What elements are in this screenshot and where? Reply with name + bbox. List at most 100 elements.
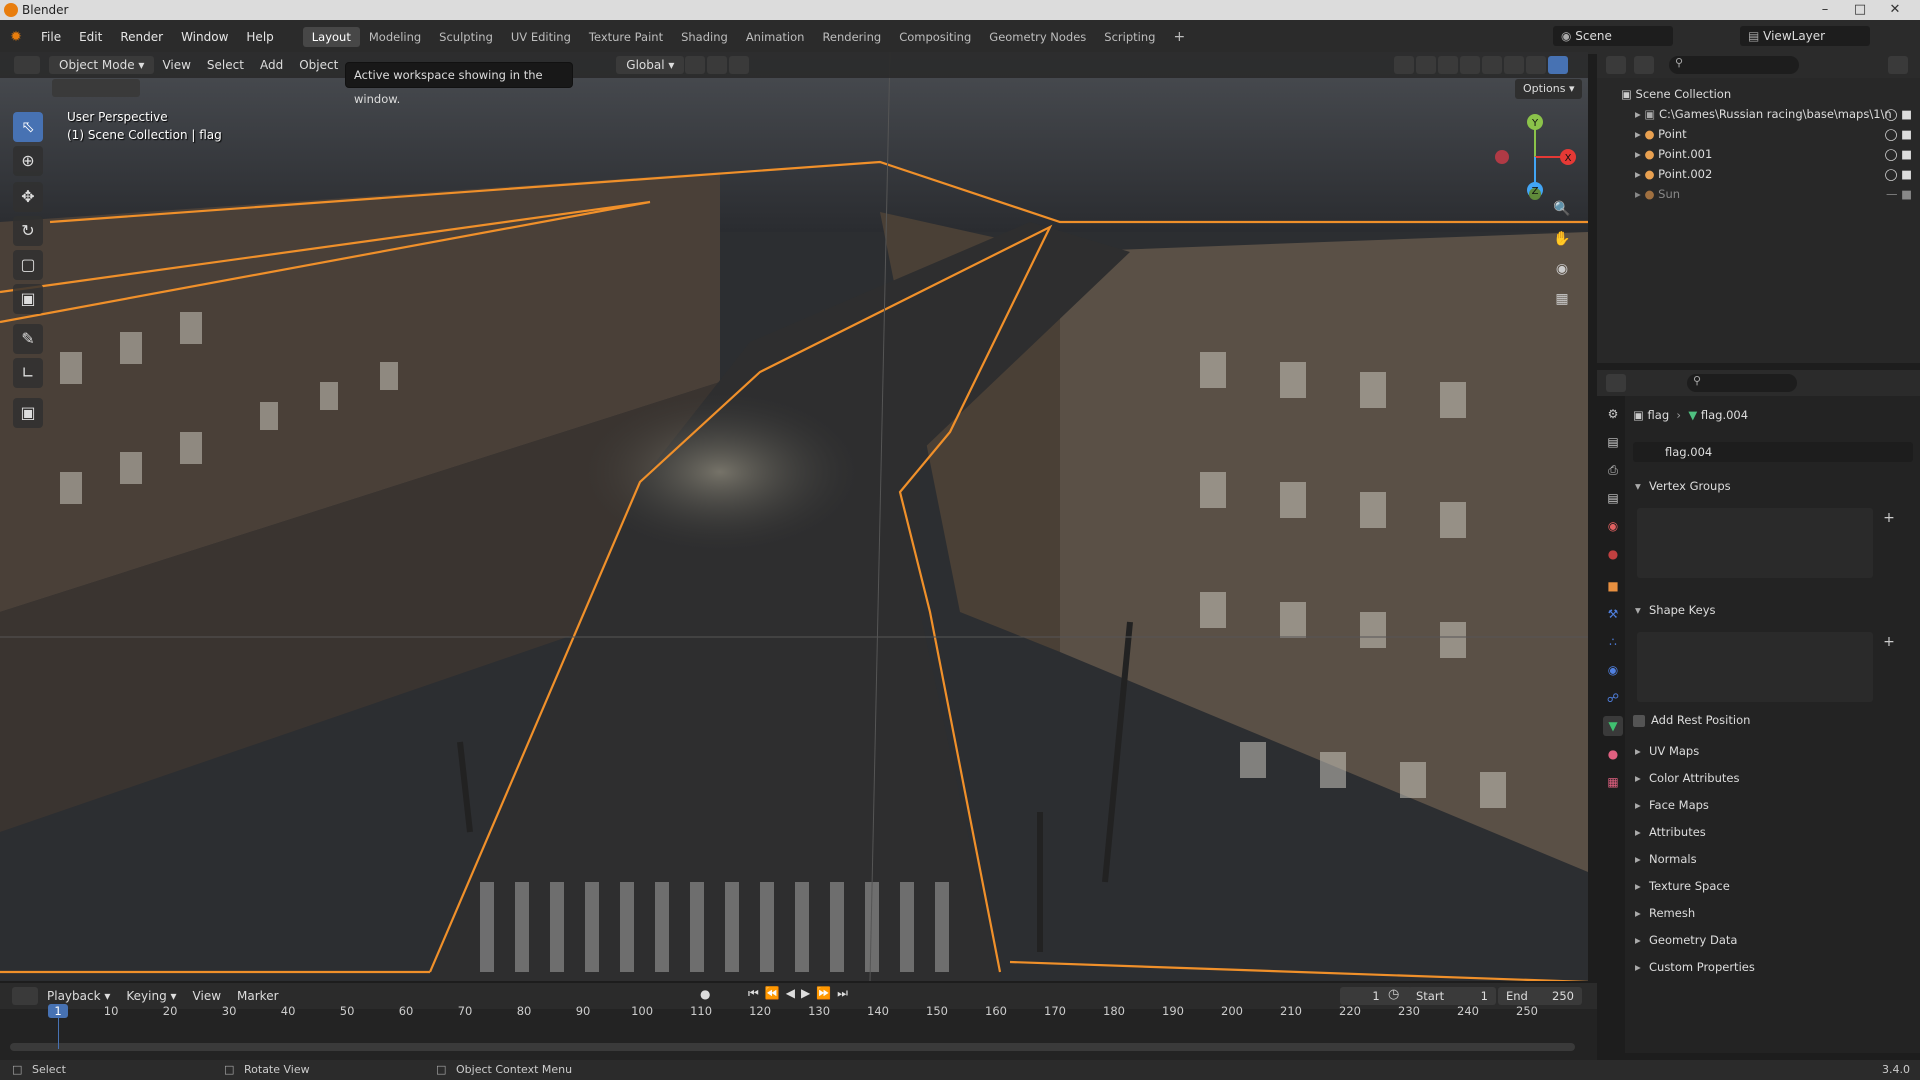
tab-scripting[interactable]: Scripting (1095, 27, 1164, 47)
tab-geometry-nodes[interactable]: Geometry Nodes (980, 27, 1095, 47)
section-normals[interactable]: ▸ Normals (1629, 847, 1917, 871)
scale-tool[interactable]: ▢ (13, 250, 43, 280)
outliner-item-point-002[interactable]: ▸ ● Point.002 ◯ ■ (1597, 164, 1920, 184)
particles-tab-icon[interactable]: ∴ (1603, 632, 1623, 652)
tab-uv-editing[interactable]: UV Editing (502, 27, 580, 47)
overlay-toggle-icon[interactable] (1438, 56, 1458, 74)
transform-orientation-dropdown[interactable]: Global ▾ (616, 56, 685, 74)
section-uv-maps[interactable]: ▸ UV Maps (1629, 739, 1917, 763)
hidden-eye-icon[interactable]: — ■ (1886, 184, 1912, 204)
editor-type-icon[interactable] (14, 56, 40, 74)
properties-search-input[interactable]: ⚲ (1687, 374, 1797, 392)
cursor-tool[interactable]: ⊕ (13, 146, 43, 176)
add-rest-position-checkbox[interactable]: Add Rest Position (1633, 712, 1750, 728)
visibility-icon[interactable] (1394, 56, 1414, 74)
section-shape-keys[interactable]: ▾ Shape Keys (1629, 598, 1917, 622)
tab-rendering[interactable]: Rendering (813, 27, 890, 47)
gizmo-toggle-icon[interactable] (1416, 56, 1436, 74)
physics-tab-icon[interactable]: ◉ (1603, 660, 1623, 680)
view-layer-tab-icon[interactable]: ▤ (1603, 488, 1623, 508)
visibility-eye-icon[interactable]: ◯ ■ (1885, 124, 1912, 144)
menu-file[interactable]: File (32, 30, 70, 44)
scene-tab-icon[interactable]: ◉ (1603, 516, 1623, 536)
auto-keying-icon[interactable]: ● (700, 987, 710, 1001)
scene-selector[interactable]: ◉ Scene (1553, 26, 1673, 46)
material-tab-icon[interactable]: ● (1603, 744, 1623, 764)
outliner-scene-collection[interactable]: ▣ Scene Collection (1597, 84, 1920, 104)
current-frame-field[interactable]: 1 (1340, 987, 1412, 1005)
select-box-tool[interactable]: ⬁ (13, 112, 43, 142)
outliner-item-point[interactable]: ▸ ● Point ◯ ■ (1597, 124, 1920, 144)
annotate-tool[interactable]: ✎ (13, 324, 43, 354)
camera-view-icon[interactable]: ◉ (1551, 258, 1573, 280)
shape-keys-list[interactable] (1637, 632, 1873, 702)
menu-render[interactable]: Render (111, 30, 172, 44)
viewport-menu-select[interactable]: Select (199, 58, 252, 72)
outliner-item-collection[interactable]: ▸ ▣ C:\Games\Russian racing\base\maps\1\… (1597, 104, 1920, 124)
tab-compositing[interactable]: Compositing (890, 27, 980, 47)
visibility-eye-icon[interactable]: ◯ ■ (1885, 144, 1912, 164)
add-workspace-icon[interactable]: + (1164, 26, 1194, 48)
add-shape-key-icon[interactable]: + (1879, 634, 1899, 654)
tab-modeling[interactable]: Modeling (360, 27, 430, 47)
menu-window[interactable]: Window (172, 30, 237, 44)
timeline-menu-marker[interactable]: Marker (229, 989, 286, 1003)
render-tab-icon[interactable]: ▤ (1603, 432, 1623, 452)
tab-shading[interactable]: Shading (672, 27, 737, 47)
object-tab-icon[interactable]: ■ (1603, 576, 1623, 596)
add-cube-tool[interactable]: ▣ (13, 398, 43, 428)
outliner-item-point-001[interactable]: ▸ ● Point.001 ◯ ■ (1597, 144, 1920, 164)
section-vertex-groups[interactable]: ▾ Vertex Groups (1629, 474, 1917, 498)
timeline-menu-keying[interactable]: Keying ▾ (118, 989, 184, 1003)
close-icon[interactable]: ✕ (1880, 0, 1910, 20)
start-frame-field[interactable]: Start 1 (1408, 987, 1496, 1005)
world-tab-icon[interactable]: ● (1603, 544, 1623, 564)
viewport-menu-view[interactable]: View (154, 58, 198, 72)
playback-controls[interactable]: ⏮⏪◀▶⏩⏭ (748, 986, 854, 1001)
transform-tool[interactable]: ▣ (13, 284, 43, 314)
orthographic-grid-icon[interactable]: ▦ (1551, 288, 1573, 310)
end-frame-field[interactable]: End 250 (1498, 987, 1582, 1005)
section-custom-properties[interactable]: ▸ Custom Properties (1629, 955, 1917, 979)
solid-shading-icon[interactable] (1504, 56, 1524, 74)
timeline-menu-view[interactable]: View (185, 989, 229, 1003)
proportional-edit-icon[interactable] (729, 56, 750, 74)
modifier-tab-icon[interactable]: ⚒ (1603, 604, 1623, 624)
pan-hand-icon[interactable]: ✋ (1551, 228, 1573, 250)
visibility-eye-icon[interactable]: ◯ ■ (1885, 164, 1912, 184)
minimize-icon[interactable]: – (1810, 0, 1840, 20)
mesh-data-name-field[interactable]: flag.004 (1633, 442, 1913, 462)
section-geometry-data[interactable]: ▸ Geometry Data (1629, 928, 1917, 952)
material-shading-icon[interactable] (1526, 56, 1546, 74)
move-tool[interactable]: ✥ (13, 182, 43, 212)
data-tab-icon[interactable]: ▼ (1603, 716, 1623, 736)
wireframe-shading-icon[interactable] (1482, 56, 1502, 74)
section-color-attributes[interactable]: ▸ Color Attributes (1629, 766, 1917, 790)
properties-editor-icon[interactable] (1606, 374, 1626, 392)
section-texture-space[interactable]: ▸ Texture Space (1629, 874, 1917, 898)
texture-tab-icon[interactable]: ▦ (1603, 772, 1623, 792)
outliner-item-sun[interactable]: ▸ ● Sun — ■ (1597, 184, 1920, 204)
snap-icon[interactable] (707, 56, 728, 74)
navigation-gizmo[interactable]: Y X Z (1490, 112, 1580, 202)
add-vertex-group-icon[interactable]: + (1879, 510, 1899, 530)
options-dropdown[interactable]: Options ▾ (1515, 79, 1583, 99)
rotate-tool[interactable]: ↻ (13, 216, 43, 246)
outliner-display-mode-icon[interactable] (1634, 56, 1654, 74)
view-layer-selector[interactable]: ▤ ViewLayer (1740, 26, 1870, 46)
output-tab-icon[interactable]: ⎙ (1603, 460, 1623, 480)
pivot-icon[interactable] (685, 56, 706, 74)
outliner-search-input[interactable]: ⚲ (1669, 56, 1799, 74)
tab-texture-paint[interactable]: Texture Paint (580, 27, 672, 47)
menu-help[interactable]: Help (237, 30, 282, 44)
tab-layout[interactable]: Layout (302, 27, 360, 47)
section-face-maps[interactable]: ▸ Face Maps (1629, 793, 1917, 817)
3d-viewport[interactable]: ⬁ ⊕ ✥ ↻ ▢ ▣ ✎ ∟ ▣ User Perspective (1) S… (0, 52, 1588, 981)
tab-sculpting[interactable]: Sculpting (430, 27, 502, 47)
timeline-scrollbar[interactable] (10, 1043, 1575, 1051)
outliner-editor-icon[interactable] (1606, 56, 1626, 74)
xray-icon[interactable] (1460, 56, 1480, 74)
vertex-groups-list[interactable] (1637, 508, 1873, 578)
section-remesh[interactable]: ▸ Remesh (1629, 901, 1917, 925)
zoom-icon[interactable]: 🔍 (1551, 198, 1573, 220)
